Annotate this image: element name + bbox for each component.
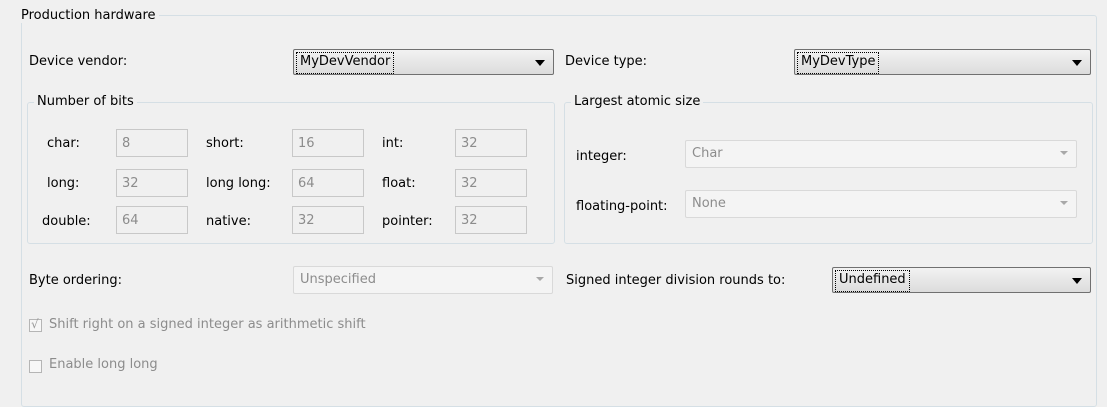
int-bits-field[interactable]: 32	[455, 129, 527, 157]
float-label: float:	[382, 176, 416, 191]
byte-ordering-label: Byte ordering:	[29, 273, 122, 288]
chevron-down-icon	[1060, 151, 1068, 155]
device-vendor-label: Device vendor:	[29, 54, 128, 69]
signed-division-value: Undefined	[835, 270, 910, 292]
native-label: native:	[206, 214, 251, 229]
device-type-label: Device type:	[565, 54, 648, 69]
pointer-bits-field[interactable]: 32	[455, 206, 527, 234]
long-long-bits-field[interactable]: 64	[292, 169, 364, 197]
production-hardware-title: Production hardware	[18, 8, 159, 23]
largest-atomic-size-group	[564, 102, 1093, 244]
long-label: long:	[47, 176, 80, 191]
chevron-down-icon	[535, 60, 545, 66]
shift-right-label[interactable]: Shift right on a signed integer as arith…	[49, 317, 366, 332]
long-long-label: long long:	[206, 176, 271, 191]
device-type-value: MyDevType	[797, 52, 880, 74]
device-vendor-value: MyDevVendor	[296, 52, 395, 74]
char-bits-field[interactable]: 8	[116, 129, 188, 157]
char-label: char:	[47, 136, 80, 151]
chevron-down-icon	[1060, 201, 1068, 205]
byte-ordering-dropdown[interactable]: Unspecified	[293, 266, 553, 294]
signed-division-label: Signed integer division rounds to:	[566, 273, 786, 288]
byte-ordering-value: Unspecified	[300, 272, 376, 287]
number-of-bits-title: Number of bits	[34, 94, 137, 109]
checkmark-icon: √	[31, 317, 39, 331]
native-bits-field[interactable]: 32	[292, 206, 364, 234]
long-bits-field[interactable]: 32	[116, 169, 188, 197]
signed-division-dropdown[interactable]: Undefined	[832, 267, 1091, 293]
largest-atomic-size-title: Largest atomic size	[571, 94, 704, 109]
integer-label: integer:	[576, 149, 627, 164]
enable-long-long-checkbox[interactable]	[29, 360, 42, 373]
double-bits-field[interactable]: 64	[116, 206, 188, 234]
floating-point-label: floating-point:	[576, 199, 668, 214]
short-label: short:	[206, 136, 244, 151]
float-bits-field[interactable]: 32	[455, 169, 527, 197]
atomic-floating-point-dropdown[interactable]: None	[685, 190, 1077, 218]
atomic-floating-point-value: None	[692, 196, 726, 211]
pointer-label: pointer:	[382, 214, 433, 229]
atomic-integer-value: Char	[692, 146, 723, 161]
int-label: int:	[382, 136, 404, 151]
short-bits-field[interactable]: 16	[292, 129, 364, 157]
device-vendor-dropdown[interactable]: MyDevVendor	[293, 49, 554, 75]
device-type-dropdown[interactable]: MyDevType	[794, 49, 1091, 75]
chevron-down-icon	[1072, 60, 1082, 66]
enable-long-long-label[interactable]: Enable long long	[49, 357, 158, 372]
atomic-integer-dropdown[interactable]: Char	[685, 140, 1077, 168]
shift-right-checkbox[interactable]: √	[29, 317, 42, 332]
chevron-down-icon	[536, 277, 544, 281]
double-label: double:	[42, 214, 91, 229]
chevron-down-icon	[1072, 278, 1082, 284]
